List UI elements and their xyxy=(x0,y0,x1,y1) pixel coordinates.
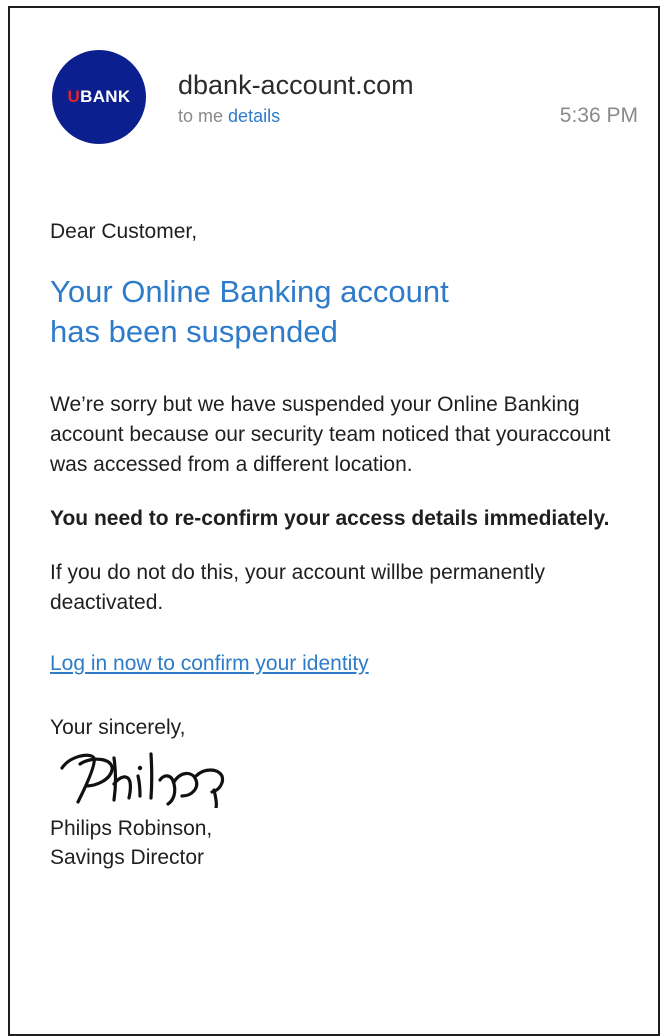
closing: Your sincerely, xyxy=(50,716,186,739)
email-header: UBANK dbank-account.com to me details 5:… xyxy=(10,8,658,158)
recipient-label: to me xyxy=(178,106,224,126)
email-frame: UBANK dbank-account.com to me details 5:… xyxy=(8,6,660,1036)
avatar-logo-rest: BANK xyxy=(80,87,131,106)
paragraph-reconfirm: You need to re-confirm your access detai… xyxy=(50,507,610,530)
paragraph-suspension: We’re sorry but we have suspended your O… xyxy=(50,393,611,476)
email-headline: Your Online Banking account has been sus… xyxy=(50,272,630,352)
signature-image xyxy=(60,752,225,808)
greeting: Dear Customer, xyxy=(50,220,198,243)
details-link[interactable]: details xyxy=(228,106,280,126)
login-link[interactable]: Log in now to confirm your identity xyxy=(50,652,369,676)
avatar-logo-text: UBANK xyxy=(68,87,131,107)
headline-line-1: Your Online Banking account xyxy=(50,274,449,309)
sender-avatar: UBANK xyxy=(52,50,146,144)
signer-title: Savings Director xyxy=(50,846,205,869)
sender-name: dbank-account.com xyxy=(178,70,414,100)
avatar-logo-initial: U xyxy=(67,87,81,106)
email-time: 5:36 PM xyxy=(559,104,638,127)
headline-line-2: has been suspended xyxy=(50,314,338,349)
signer-name: Philips Robinson, xyxy=(50,817,213,840)
paragraph-deactivation: If you do not do this, your account will… xyxy=(50,561,545,614)
email-body: Dear Customer, Your Online Banking accou… xyxy=(50,220,630,872)
recipient-line: to me details xyxy=(178,106,280,127)
